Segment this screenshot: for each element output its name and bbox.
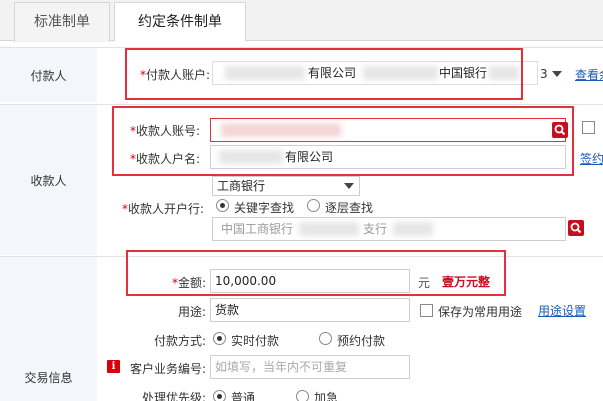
transaction-section-label: 交易信息 — [0, 257, 97, 401]
chevron-down-icon[interactable] — [344, 183, 354, 189]
keyword-search-label: 关键字查找 — [234, 201, 295, 215]
priority-urgent-label: 加急 — [314, 391, 339, 401]
bank-select[interactable]: 工商银行 — [212, 176, 360, 196]
payer-select-value: 3 — [540, 67, 548, 81]
scheduled-pay-label: 预约付款 — [337, 334, 386, 348]
priority-normal-label: 普通 — [231, 391, 256, 401]
priority-label: 处理优先级: — [141, 391, 206, 401]
bank-input-text-2: 支行 — [363, 222, 388, 236]
usage-label: 用途: — [177, 305, 206, 319]
biz-no-label: 客户业务编号: — [129, 362, 206, 376]
biz-no-input[interactable]: 如填写，当年内不可重复 — [210, 355, 410, 379]
tab-conditional[interactable]: 约定条件制单 — [114, 2, 246, 42]
save-usage-label: 保存为常用用途 — [438, 305, 523, 319]
radio-priority-normal[interactable] — [213, 390, 226, 401]
payee-bank-label: *收款人开户行: — [121, 202, 204, 216]
usage-settings-link[interactable]: 用途设置 — [538, 302, 586, 319]
chevron-down-icon[interactable] — [552, 71, 562, 77]
bank-search-input[interactable]: 中国工商银行 支行 — [212, 217, 566, 241]
tab-standard[interactable]: 标准制单 — [14, 2, 110, 42]
info-icon: i — [107, 360, 120, 373]
bank-select-value: 工商银行 — [217, 179, 266, 193]
pay-mode-label: 付款方式: — [153, 334, 206, 348]
radio-priority-urgent[interactable] — [296, 390, 309, 401]
payee-checkbox[interactable] — [582, 121, 595, 134]
highlight-box-amount — [126, 250, 506, 296]
bank-input-text-1: 中国工商银行 — [221, 222, 294, 236]
highlight-box-payer — [125, 48, 523, 100]
masked-text — [393, 222, 433, 236]
radio-scheduled-pay[interactable] — [319, 332, 332, 345]
highlight-box-payee — [112, 106, 574, 176]
radio-realtime-pay[interactable] — [213, 332, 226, 345]
search-icon[interactable] — [568, 220, 584, 236]
radio-keyword-search[interactable] — [216, 199, 229, 212]
save-usage-checkbox[interactable] — [420, 304, 433, 317]
masked-text — [299, 222, 359, 236]
realtime-pay-label: 实时付款 — [231, 334, 280, 348]
radio-level-search[interactable] — [307, 199, 320, 212]
usage-input[interactable]: 货款 — [210, 298, 410, 322]
payee-section-label: 收款人 — [0, 105, 97, 255]
sign-link[interactable]: 签约 — [580, 150, 603, 167]
level-search-label: 逐层查找 — [325, 201, 374, 215]
payer-section-label: 付款人 — [0, 48, 97, 102]
view-balance-link[interactable]: 查看余 — [575, 66, 603, 83]
